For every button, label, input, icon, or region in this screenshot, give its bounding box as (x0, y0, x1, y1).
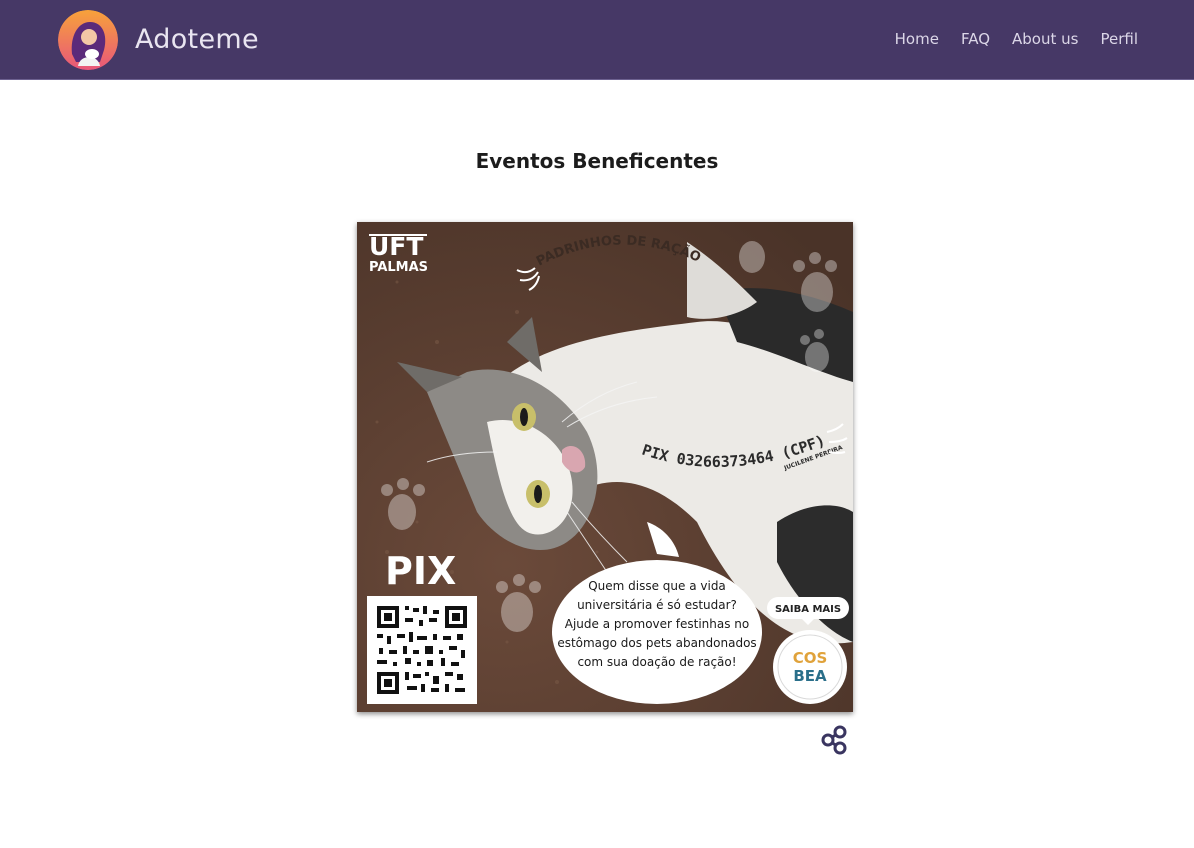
main-nav: Home FAQ About us Perfil (873, 30, 1138, 48)
svg-text:SAIBA MAIS: SAIBA MAIS (775, 604, 841, 615)
svg-text:universitária é só estudar?: universitária é só estudar? (577, 598, 737, 612)
svg-text:Quem disse que a vida: Quem disse que a vida (588, 579, 726, 593)
svg-text:PALMAS: PALMAS (369, 260, 428, 275)
brand-name[interactable]: Adoteme (135, 24, 259, 55)
svg-text:UFT: UFT (369, 232, 423, 261)
share-icon (821, 725, 847, 755)
adoteme-logo[interactable] (58, 10, 118, 70)
pix-qr-code[interactable] (367, 596, 477, 704)
page-title: Eventos Beneficentes (475, 149, 719, 173)
nav-faq-link[interactable]: FAQ (961, 30, 990, 48)
top-navbar: Adoteme Home FAQ About us Perfil (0, 0, 1194, 80)
svg-text:BEA: BEA (793, 667, 827, 685)
svg-text:COS: COS (793, 649, 828, 667)
uft-palmas-logo: UFT PALMAS (369, 232, 428, 275)
nav-about-link[interactable]: About us (1012, 30, 1078, 48)
svg-text:com sua doação de ração!: com sua doação de ração! (577, 655, 736, 669)
nav-profile-link[interactable]: Perfil (1100, 30, 1138, 48)
svg-text:estômago dos pets abandonados: estômago dos pets abandonados (557, 636, 756, 650)
nav-home-link[interactable]: Home (895, 30, 939, 48)
event-poster[interactable]: UFT PALMAS PADRINHOS DE RAÇÃO PIX 032663… (357, 222, 853, 712)
svg-text:Ajude a promover festinhas no: Ajude a promover festinhas no (565, 617, 750, 631)
cosbea-badge[interactable]: COS BEA (773, 630, 847, 704)
pix-label: PIX (385, 549, 456, 593)
share-button[interactable] (818, 724, 850, 756)
